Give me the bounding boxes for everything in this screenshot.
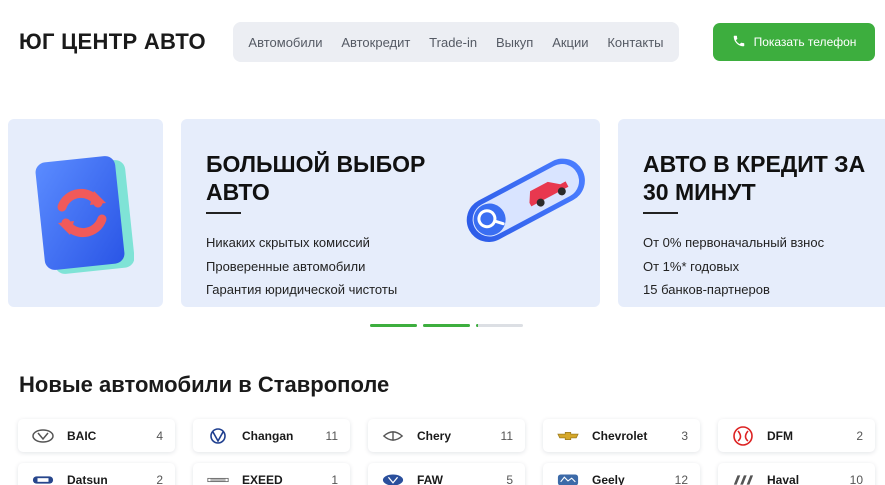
site-logo[interactable]: ЮГ ЦЕНТР АВТО	[19, 29, 206, 55]
brand-card-chery[interactable]: Chery 11	[368, 419, 525, 452]
chery-logo-icon	[382, 429, 404, 443]
brand-card-datsun[interactable]: Datsun 2	[18, 463, 175, 485]
brand-card-exeed[interactable]: EXEED 1	[193, 463, 350, 485]
slide-trade-in-partial[interactable]	[8, 119, 163, 307]
slider-dot-1[interactable]	[370, 324, 417, 327]
slider-pagination	[370, 324, 523, 327]
slide-features-list: Никаких скрытых комиссий Проверенные авт…	[206, 231, 397, 302]
changan-logo-icon	[207, 427, 229, 444]
slide-divider	[643, 212, 678, 214]
main-nav: Автомобили Автокредит Trade-in Выкуп Акц…	[233, 22, 679, 62]
nav-item-cars[interactable]: Автомобили	[248, 35, 322, 50]
brand-card-baic[interactable]: BAIC 4	[18, 419, 175, 452]
brand-name: FAW	[417, 472, 443, 485]
brand-card-faw[interactable]: FAW 5	[368, 463, 525, 485]
nav-item-buyout[interactable]: Выкуп	[496, 35, 533, 50]
slider-dot-3[interactable]	[476, 324, 523, 327]
section-title-new-cars: Новые автомобили в Ставрополе	[19, 372, 390, 397]
geely-logo-icon	[557, 473, 579, 485]
list-item: От 0% первоначальный взнос	[643, 235, 825, 250]
brand-name: Chery	[417, 428, 452, 443]
faw-logo-icon	[382, 473, 404, 485]
show-phone-label: Показать телефон	[753, 35, 857, 49]
nav-item-contacts[interactable]: Контакты	[607, 35, 663, 50]
slide-features-list: От 0% первоначальный взнос От 1%* годовы…	[643, 231, 824, 302]
brand-card-changan[interactable]: Changan 11	[193, 419, 350, 452]
slide-title: БОЛЬШОЙ ВЫБОР АВТО	[206, 151, 426, 205]
brand-name: DFM	[767, 428, 793, 443]
list-item: Никаких скрытых комиссий	[206, 235, 370, 250]
slide-title: АВТО В КРЕДИТ ЗА 30 МИНУТ	[643, 151, 866, 205]
brand-count: 4	[156, 428, 163, 443]
brand-card-haval[interactable]: Haval 10	[718, 463, 875, 485]
chevrolet-logo-icon	[557, 429, 579, 443]
list-item: Гарантия юридической чистоты	[206, 282, 398, 297]
brand-grid: BAIC 4 Changan 11 Chery 11 Chevrolet 3 D…	[18, 419, 875, 485]
brand-card-geely[interactable]: Geely 12	[543, 463, 700, 485]
nav-item-credit[interactable]: Автокредит	[341, 35, 410, 50]
brand-card-chevrolet[interactable]: Chevrolet 3	[543, 419, 700, 452]
baic-logo-icon	[32, 428, 54, 443]
brand-count: 2	[156, 472, 163, 485]
brand-name: BAIC	[67, 428, 97, 443]
dfm-logo-icon	[732, 425, 754, 446]
brand-count: 2	[856, 428, 863, 443]
slide-divider	[206, 212, 241, 214]
brand-count: 5	[506, 472, 513, 485]
brand-name: EXEED	[242, 472, 283, 485]
brand-count: 1	[331, 472, 338, 485]
brand-name: Chevrolet	[592, 428, 648, 443]
brand-name: Geely	[592, 472, 625, 485]
trade-in-refresh-icon	[34, 155, 135, 280]
brand-card-dfm[interactable]: DFM 2	[718, 419, 875, 452]
brand-count: 3	[681, 428, 688, 443]
show-phone-button[interactable]: Показать телефон	[713, 23, 875, 61]
nav-item-promotions[interactable]: Акции	[552, 35, 588, 50]
exeed-logo-icon	[207, 473, 229, 485]
list-item: Проверенные автомобили	[206, 258, 366, 274]
slide-big-choice[interactable]: БОЛЬШОЙ ВЫБОР АВТО Никаких скрытых комис…	[181, 119, 600, 307]
brand-count: 10	[849, 472, 863, 485]
nav-item-trade-in[interactable]: Trade-in	[429, 35, 477, 50]
brand-name: Haval	[767, 472, 800, 485]
car-search-toggle-icon	[457, 149, 592, 254]
brand-count: 11	[500, 428, 513, 443]
brand-count: 11	[325, 428, 338, 443]
brand-name: Changan	[242, 428, 294, 443]
brand-count: 12	[674, 472, 688, 485]
slide-credit[interactable]: АВТО В КРЕДИТ ЗА 30 МИНУТ От 0% первонач…	[618, 119, 885, 307]
phone-icon	[732, 34, 746, 51]
brand-name: Datsun	[67, 472, 108, 485]
haval-logo-icon	[732, 473, 754, 485]
slider-dot-2[interactable]	[423, 324, 470, 327]
list-item: 15 банков-партнеров	[643, 282, 770, 297]
datsun-logo-icon	[32, 473, 54, 485]
list-item: От 1%* годовых	[643, 258, 740, 274]
